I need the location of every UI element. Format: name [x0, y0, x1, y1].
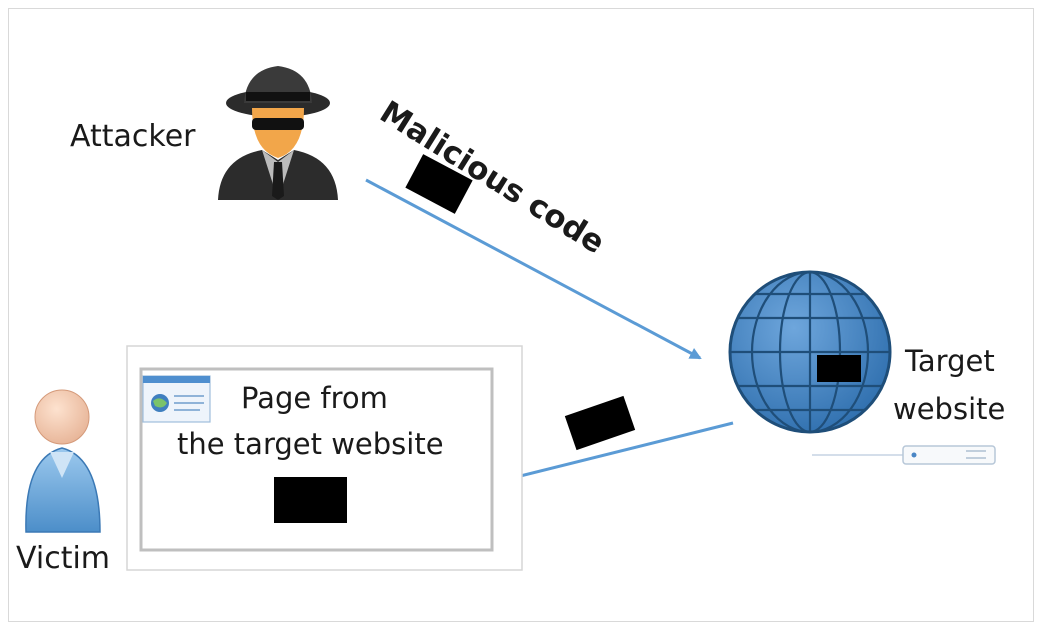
victim-icon: [25, 389, 101, 533]
diagram-canvas: [25, 66, 996, 571]
globe-payload-block: [817, 355, 861, 382]
page-payload-block: [274, 477, 347, 523]
page-label-line1: Page from: [241, 381, 388, 415]
page-label-line2: the target website: [177, 427, 444, 461]
attacker-label: Attacker: [70, 119, 196, 154]
response-payload-block: [564, 395, 636, 451]
target-label-line2: website: [893, 392, 1006, 426]
server-icon: [812, 445, 996, 465]
browser-icon: [142, 375, 211, 423]
victim-label: Victim: [16, 541, 111, 576]
globe-icon: [728, 270, 892, 434]
attacker-icon: [218, 66, 338, 200]
target-label-line1: Target: [905, 344, 995, 378]
